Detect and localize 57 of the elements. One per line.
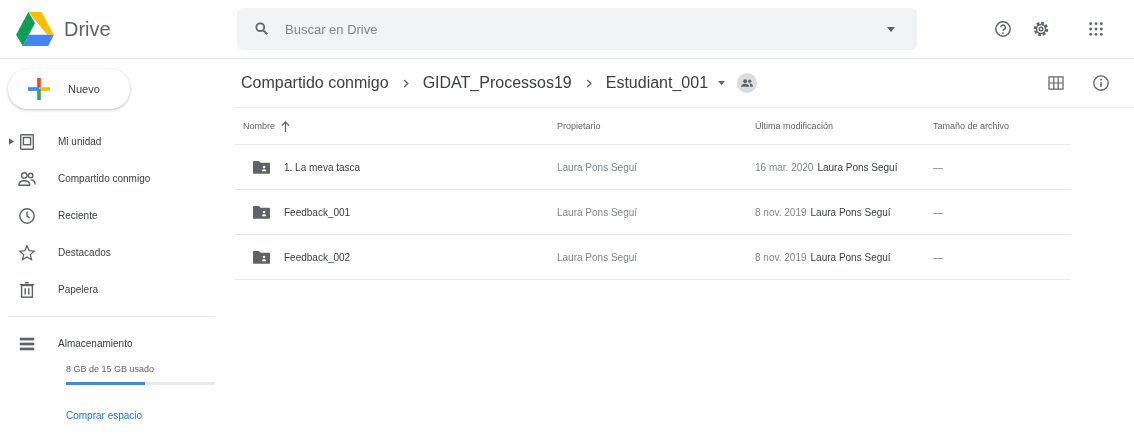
shared-folder-icon — [253, 205, 270, 219]
owner-cell: Laura Pons Seguí — [557, 251, 638, 263]
expand-arrow-icon[interactable] — [8, 138, 14, 145]
search-bar[interactable]: Buscar en Drive — [237, 8, 917, 50]
column-header[interactable]: Propietario — [557, 121, 601, 131]
apps-grid-icon[interactable] — [1088, 21, 1104, 37]
star-icon — [18, 243, 36, 262]
sidebar-item[interactable]: Compartido conmigo — [18, 169, 151, 188]
info-icon[interactable] — [1092, 74, 1110, 92]
search-field[interactable]: Buscar en Drive — [283, 20, 873, 38]
people-icon — [18, 169, 36, 188]
modified-date: 16 mar. 2020 — [755, 161, 814, 173]
column-header[interactable]: Tamaño de archivo — [933, 121, 1010, 131]
modified-by: Laura Pons Seguí — [817, 161, 898, 173]
column-header[interactable]: Última modificación — [755, 121, 834, 131]
file-name[interactable]: Feedback_002 — [284, 251, 351, 263]
grid-view-icon[interactable] — [1048, 76, 1064, 90]
column-header[interactable]: Nombre — [243, 121, 275, 131]
modified-by: Laura Pons Seguí — [810, 251, 891, 263]
sort-arrow-icon[interactable] — [281, 120, 290, 132]
settings-icon[interactable] — [1032, 20, 1050, 38]
shared-folder-icon — [253, 160, 270, 174]
search-icon — [255, 22, 269, 36]
sidebar-item[interactable]: Papelera — [18, 280, 99, 299]
owner-cell: Laura Pons Seguí — [557, 161, 638, 173]
drive-icon — [18, 132, 36, 151]
sidebar-item[interactable]: Reciente — [18, 206, 98, 225]
chevron-icon — [402, 78, 409, 88]
app-name: Drive — [64, 17, 111, 41]
modified-by: Laura Pons Seguí — [810, 206, 891, 218]
help-icon[interactable] — [994, 20, 1012, 38]
file-name[interactable]: Feedback_001 — [284, 206, 351, 218]
buy-storage-link[interactable]: Comprar espacio — [66, 410, 143, 421]
dropdown-caret-icon[interactable] — [887, 26, 895, 32]
sidebar-item[interactable]: Destacados — [18, 243, 111, 262]
storage-usage: 8 GB de 15 GB usado — [66, 364, 156, 374]
breadcrumb-item[interactable]: Compartido conmigo — [241, 74, 389, 92]
plus-icon — [28, 78, 50, 100]
breadcrumb-item[interactable]: Estudiant_001 — [605, 74, 709, 92]
trash-icon — [18, 280, 36, 299]
owner-cell: Laura Pons Seguí — [557, 206, 638, 218]
size-cell: — — [933, 251, 943, 263]
modified-date: 8 nov. 2019 — [755, 206, 807, 218]
size-cell: — — [933, 206, 943, 218]
shared-people-icon — [737, 73, 758, 93]
file-name[interactable]: 1. La meva tasca — [284, 161, 361, 173]
chevron-icon — [585, 78, 592, 88]
modified-date: 8 nov. 2019 — [755, 251, 807, 263]
new-button[interactable]: Nuevo — [8, 69, 130, 109]
storage-label: Almacenamiento — [58, 338, 133, 349]
breadcrumb-item[interactable]: GIDAT_Processos19 — [422, 74, 572, 92]
size-cell: — — [933, 161, 943, 173]
dropdown-caret-icon[interactable] — [718, 81, 726, 85]
sidebar-item[interactable]: Mi unidad — [18, 132, 102, 151]
drive-logo-icon — [16, 12, 54, 46]
shared-folder-icon — [253, 250, 270, 264]
clock-icon — [18, 206, 36, 225]
